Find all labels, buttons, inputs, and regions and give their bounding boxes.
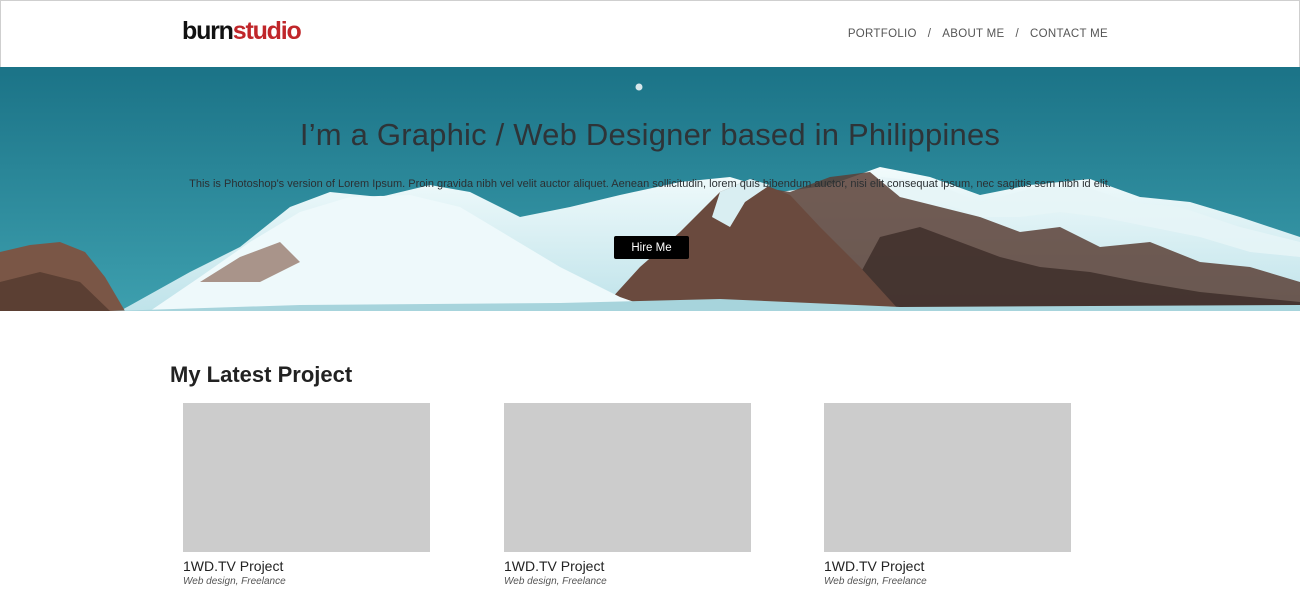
hero-title: I’m a Graphic / Web Designer based in Ph… [299,117,1001,152]
project-title[interactable]: 1WD.TV Project [183,558,430,575]
site-header: burnstudio PORTFOLIO / ABOUT ME / CONTAC… [0,0,1300,67]
project-card: 1WD.TV Project Web design, Freelance [183,403,430,587]
project-title[interactable]: 1WD.TV Project [824,558,1071,575]
nav-separator: / [927,28,932,40]
project-thumbnail[interactable] [504,403,751,552]
project-meta: Web design, Freelance [824,576,927,587]
project-title[interactable]: 1WD.TV Project [504,558,751,575]
nav-about-me[interactable]: ABOUT ME [942,28,1004,40]
hero-description: This is Photoshop's version of Lorem Ips… [189,178,1111,190]
project-meta: Web design, Freelance [504,576,607,587]
project-card: 1WD.TV Project Web design, Freelance [504,403,751,587]
nav-portfolio[interactable]: PORTFOLIO [848,28,917,40]
page: burnstudio PORTFOLIO / ABOUT ME / CONTAC… [0,0,1300,595]
hero-banner: I’m a Graphic / Web Designer based in Ph… [0,67,1300,311]
project-thumbnail[interactable] [824,403,1071,552]
logo[interactable]: burnstudio [182,16,302,46]
logo-burn: burn [182,17,234,45]
nav-contact-me[interactable]: CONTACT ME [1030,28,1108,40]
hire-me-button[interactable]: Hire Me [614,236,689,259]
project-meta: Web design, Freelance [183,576,286,587]
nav-separator: / [1015,28,1020,40]
main-nav: PORTFOLIO / ABOUT ME / CONTACT ME [848,28,1108,40]
project-thumbnail[interactable] [183,403,430,552]
projects-heading: My Latest Project [170,362,353,387]
project-card: 1WD.TV Project Web design, Freelance [824,403,1071,587]
moon-icon [635,83,643,91]
logo-studio: studio [232,17,302,45]
